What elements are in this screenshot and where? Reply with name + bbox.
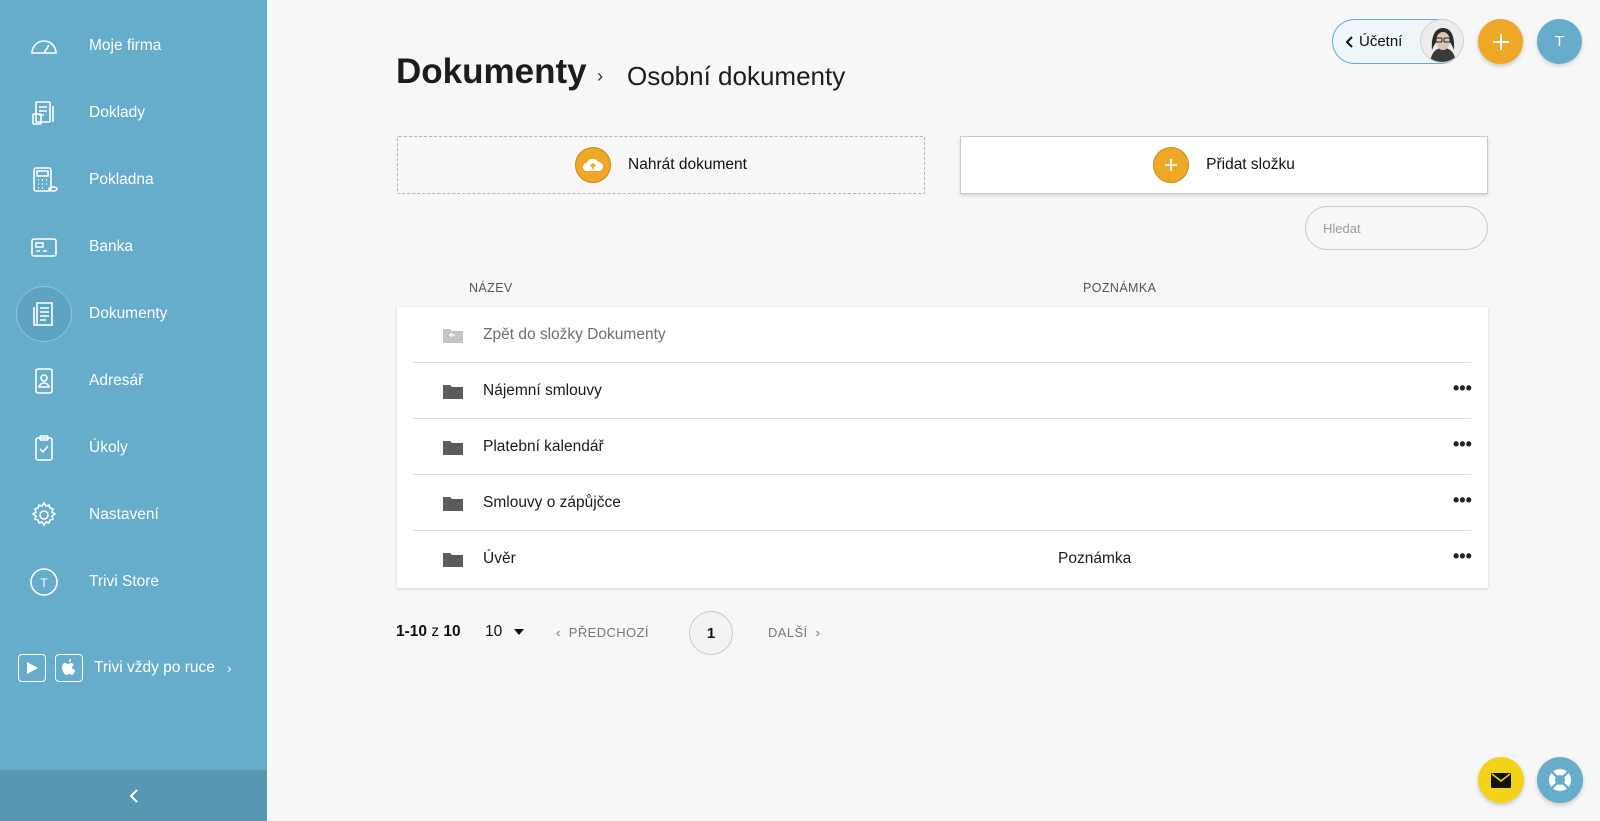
folder-name[interactable]: Nájemní smlouvy (483, 382, 602, 400)
google-play-icon[interactable] (18, 654, 46, 682)
gear-icon (24, 495, 64, 535)
chevron-right-icon: › (226, 660, 232, 676)
add-folder-label: Přidat složku (1206, 156, 1295, 173)
folder-back-icon (443, 329, 463, 343)
sidebar-item-label: Pokladna (89, 171, 154, 188)
sidebar-item-adresar[interactable]: Adresář (0, 351, 267, 411)
breadcrumb-separator-icon: › (597, 66, 603, 86)
add-folder-button[interactable]: Přidat složku (960, 136, 1488, 194)
message-button[interactable] (1478, 757, 1524, 803)
sidebar-item-banka[interactable]: Banka (0, 217, 267, 277)
lifebuoy-icon (1549, 769, 1571, 791)
sidebar-item-dokumenty[interactable]: Dokumenty (0, 284, 267, 344)
accountant-avatar[interactable] (1420, 19, 1464, 63)
previous-page-label: PŘEDCHOZÍ (568, 625, 649, 640)
page-number-button[interactable]: 1 (689, 611, 733, 655)
page-size-value: 10 (485, 623, 503, 640)
more-options-icon[interactable]: ••• (1453, 435, 1472, 455)
page-size-select[interactable]: 10 (485, 623, 525, 641)
add-button[interactable] (1478, 19, 1523, 64)
plus-icon (1492, 33, 1509, 50)
sidebar-item-pokladna[interactable]: Pokladna (0, 150, 267, 210)
sidebar-item-doklady[interactable]: Doklady (0, 83, 267, 143)
table-row[interactable]: Úvěr Poznámka ••• (413, 531, 1472, 587)
calculator-icon (24, 160, 64, 200)
contact-card-icon (24, 361, 64, 401)
folder-name[interactable]: Smlouvy o zápůjčce (483, 494, 621, 512)
sidebar-item-moje-firma[interactable]: Moje firma (0, 16, 267, 76)
table-row[interactable]: Platební kalendář ••• (413, 419, 1472, 475)
folder-icon (443, 385, 463, 399)
sidebar-item-ukoly[interactable]: Úkoly (0, 418, 267, 478)
plus-icon (1153, 147, 1190, 183)
user-menu-button[interactable]: T (1537, 19, 1582, 64)
sidebar-collapse-button[interactable] (0, 770, 267, 821)
mobile-apps-promo[interactable]: Trivi vždy po ruce › (18, 653, 248, 683)
chevron-right-icon: › (815, 625, 821, 640)
chevron-left-icon: ‹ (556, 625, 561, 640)
sidebar-item-label: Banka (89, 238, 133, 255)
sidebar-item-label: Úkoly (89, 439, 128, 456)
more-options-icon[interactable]: ••• (1453, 379, 1472, 399)
envelope-icon (1491, 772, 1511, 788)
sidebar-item-label: Trivi Store (89, 573, 160, 590)
pagination-of: z (431, 623, 440, 640)
upload-document-label: Nahrát dokument (628, 156, 747, 173)
more-options-icon[interactable]: ••• (1453, 547, 1472, 567)
breadcrumb-current: Osobní dokumenty (627, 61, 846, 91)
sidebar-item-label: Dokumenty (89, 305, 168, 322)
clipboard-check-icon (24, 428, 64, 468)
receipt-icon (24, 93, 64, 133)
upload-document-button[interactable]: Nahrát dokument (397, 136, 925, 194)
sidebar-item-nastaveni[interactable]: Nastavení (0, 485, 267, 545)
sidebar-item-label: Moje firma (89, 37, 162, 54)
chevron-left-icon (129, 788, 138, 803)
cloud-upload-icon (575, 147, 612, 183)
sidebar-item-label: Adresář (89, 372, 144, 389)
pagination-range-value: 1-10 (396, 623, 428, 640)
back-to-parent-row[interactable]: Zpět do složky Dokumenty (413, 307, 1471, 363)
sidebar: Moje firma Doklady Pokladna Banka Dokume… (0, 0, 267, 821)
mobile-promo-label: Trivi vždy po ruce (94, 659, 215, 676)
bank-card-icon (24, 227, 64, 267)
search-input[interactable] (1305, 206, 1488, 250)
folder-icon (443, 553, 463, 567)
pagination-range: 1-10 z 10 (396, 623, 461, 641)
next-page-label: DALŠÍ (768, 625, 808, 640)
column-header-note[interactable]: POZNÁMKA (1083, 281, 1156, 295)
svg-text:T: T (40, 576, 48, 590)
previous-page-button[interactable]: ‹ PŘEDCHOZÍ (556, 625, 649, 640)
folder-icon (443, 497, 463, 511)
pagination-total: 10 (443, 623, 461, 640)
chevron-left-icon (1345, 35, 1353, 48)
more-options-icon[interactable]: ••• (1453, 491, 1472, 511)
sidebar-item-label: Doklady (89, 104, 145, 121)
documents-table: Zpět do složky Dokumenty Nájemní smlouvy… (397, 307, 1488, 588)
accountant-label: Účetní (1359, 33, 1403, 50)
dashboard-gauge-icon (24, 26, 64, 66)
folder-icon (443, 441, 463, 455)
page-title: Dokumenty (396, 52, 587, 91)
column-header-name[interactable]: NÁZEV (469, 281, 513, 295)
caret-down-icon (514, 629, 525, 635)
folder-note: Poznámka (1058, 550, 1132, 567)
next-page-button[interactable]: DALŠÍ › (768, 625, 820, 640)
table-row[interactable]: Nájemní smlouvy ••• (413, 363, 1472, 419)
documents-icon (16, 286, 72, 342)
sidebar-item-label: Nastavení (89, 506, 159, 523)
apple-icon[interactable] (55, 654, 83, 682)
back-row-label: Zpět do složky Dokumenty (483, 326, 666, 343)
table-row[interactable]: Smlouvy o zápůjčce ••• (413, 475, 1472, 531)
folder-name[interactable]: Úvěr (483, 550, 516, 568)
help-button[interactable] (1537, 757, 1583, 803)
trivi-store-icon: T (24, 562, 64, 602)
folder-name[interactable]: Platební kalendář (483, 438, 604, 456)
sidebar-item-trivi-store[interactable]: T Trivi Store (0, 552, 267, 612)
